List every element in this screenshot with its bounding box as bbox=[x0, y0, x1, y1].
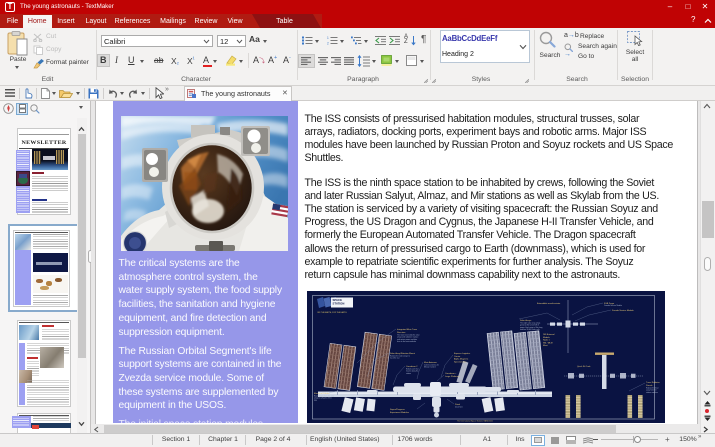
svg-text:Panels: Panels bbox=[646, 385, 652, 387]
svg-text:Spectrometer: Spectrometer bbox=[454, 360, 467, 363]
svg-text:station modules: station modules bbox=[646, 391, 658, 394]
svg-text:Node 1: Node 1 bbox=[543, 340, 551, 342]
svg-text:Quick Sil Crab: Quick Sil Crab bbox=[577, 365, 591, 368]
svg-text:Mission Control: Mission Control bbox=[424, 366, 436, 369]
svg-text:OFF THE EARTH, FOR THE EARTH: OFF THE EARTH, FOR THE EARTH bbox=[317, 311, 347, 314]
svg-text:Experiment Modules: Experiment Modules bbox=[390, 411, 409, 414]
svg-text:ISS External: ISS External bbox=[543, 333, 555, 336]
svg-text:Extendable mast/canister: Extendable mast/canister bbox=[537, 302, 561, 305]
svg-text:Integrated Main Truss: Integrated Main Truss bbox=[397, 328, 417, 331]
svg-text:station: station bbox=[406, 372, 411, 375]
svg-text:Canada Service Module: Canada Service Module bbox=[604, 304, 622, 307]
svg-text:lines to the main modules: lines to the main modules bbox=[397, 340, 416, 343]
svg-text:Canadarm +: Canadarm + bbox=[445, 372, 457, 375]
svg-text:Mast: Mast bbox=[543, 344, 548, 347]
svg-text:Express Logistics: Express Logistics bbox=[454, 352, 470, 355]
svg-text:Carrier: Carrier bbox=[454, 355, 461, 358]
svg-text:Soyuz/Progress: Soyuz/Progress bbox=[390, 408, 405, 411]
svg-text:2: 2 bbox=[327, 42, 329, 46]
svg-text:1: 1 bbox=[327, 36, 329, 40]
svg-text:STATION: STATION bbox=[333, 302, 345, 306]
svg-text:SM / MLM: SM / MLM bbox=[543, 342, 553, 344]
svg-text:The International Space Statio: The International Space Station | NASA 2… bbox=[457, 420, 493, 423]
svg-text:track the sun: track the sun bbox=[390, 357, 400, 360]
svg-text:Dock here: Dock here bbox=[455, 406, 463, 409]
svg-text:Structure: Structure bbox=[397, 331, 406, 334]
svg-text:Truss Radiator: Truss Radiator bbox=[646, 381, 660, 384]
svg-text:Large Platforms: Large Platforms bbox=[445, 375, 460, 378]
svg-text:Zvezda Service Module: Zvezda Service Module bbox=[612, 309, 635, 312]
svg-text:and has 33,000 solar cells: and has 33,000 solar cells bbox=[520, 328, 540, 331]
svg-text:Alpha Magnetic: Alpha Magnetic bbox=[454, 358, 468, 361]
svg-text:Module: Module bbox=[543, 337, 551, 339]
